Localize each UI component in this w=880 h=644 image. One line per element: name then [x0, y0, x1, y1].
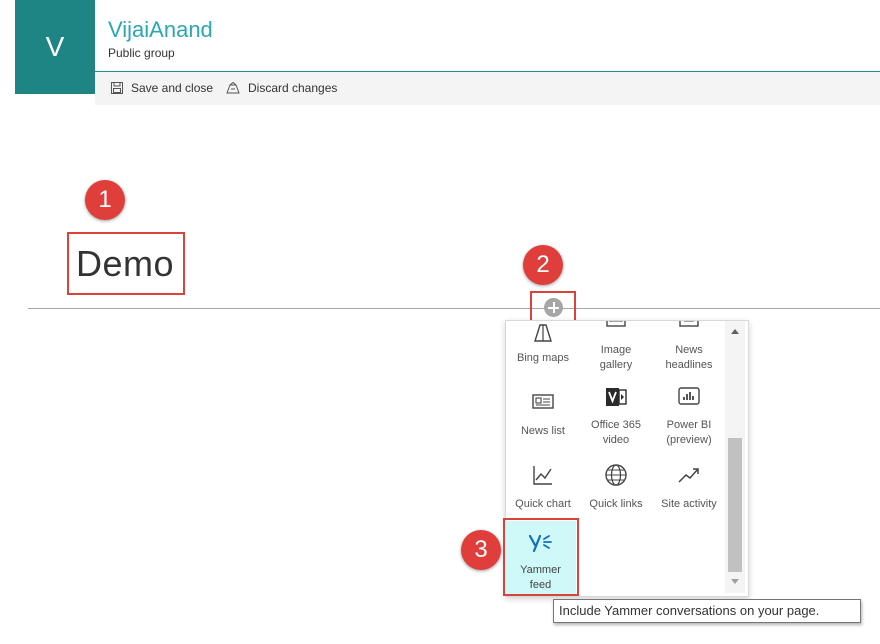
office-video-icon [606, 388, 627, 406]
activity-icon [678, 468, 699, 483]
scrollbar-thumb[interactable] [728, 438, 742, 572]
tile-news-list[interactable]: News list [507, 389, 579, 439]
news-list-icon [532, 394, 554, 409]
power-bi-icon [678, 387, 700, 405]
map-icon [534, 324, 552, 342]
annotation-badge-3: 3 [461, 530, 501, 570]
annotation-badge-2: 2 [523, 245, 563, 285]
tile-quick-links[interactable]: Quick links [580, 463, 652, 513]
discard-changes-label: Discard changes [248, 81, 338, 95]
tile-power-bi[interactable]: Power BI (preview) [653, 385, 725, 446]
tile-bing-maps[interactable]: Bing maps [507, 321, 579, 371]
tile-site-activity[interactable]: Site activity [653, 463, 725, 513]
plus-circle-icon[interactable] [544, 298, 563, 317]
site-header: V VijaiAnand Public group Save and close… [0, 0, 880, 105]
annotation-badge-1: 1 [85, 180, 125, 220]
tile-label: Quick chart [515, 498, 571, 510]
tile-image-gallery[interactable]: Image gallery [580, 321, 652, 376]
tile-label: Image gallery [599, 344, 633, 371]
discard-icon [226, 82, 240, 94]
site-logo[interactable]: V [15, 0, 95, 94]
tile-label: Quick links [589, 498, 643, 510]
globe-icon [605, 464, 627, 486]
tile-label: News headlines [665, 344, 713, 371]
discard-changes-button[interactable]: Discard changes [226, 81, 337, 95]
tile-office-365-video[interactable]: Office 365 video [580, 385, 652, 446]
save-and-close-label: Save and close [131, 81, 214, 95]
tile-label: Office 365 video [591, 419, 641, 446]
news-icon [679, 321, 699, 327]
site-logo-letter: V [45, 31, 65, 62]
tile-quick-chart[interactable]: Quick chart [507, 463, 579, 513]
tile-label: Power BI (preview) [666, 419, 712, 446]
scroll-up-arrow-icon[interactable] [731, 329, 739, 334]
chart-icon [533, 466, 552, 485]
page-title-box: Demo [67, 232, 185, 295]
command-bar: Save and close Discard changes [95, 72, 880, 105]
image-gallery-icon [606, 321, 626, 327]
site-title[interactable]: VijaiAnand [108, 17, 213, 43]
save-and-close-button[interactable]: Save and close [111, 81, 213, 95]
tile-news-headlines[interactable]: News headlines [653, 321, 725, 376]
floppy-disk-icon [111, 82, 123, 94]
tile-label: Bing maps [517, 352, 569, 364]
yammer-highlight [503, 518, 579, 596]
page-title[interactable]: Demo [76, 243, 174, 285]
tile-label: News list [520, 425, 565, 437]
section-divider [28, 308, 880, 309]
site-subtitle: Public group [108, 46, 175, 60]
tooltip: Include Yammer conversations on your pag… [553, 599, 861, 623]
tile-label: Site activity [661, 498, 717, 510]
scroll-down-arrow-icon[interactable] [731, 579, 739, 584]
